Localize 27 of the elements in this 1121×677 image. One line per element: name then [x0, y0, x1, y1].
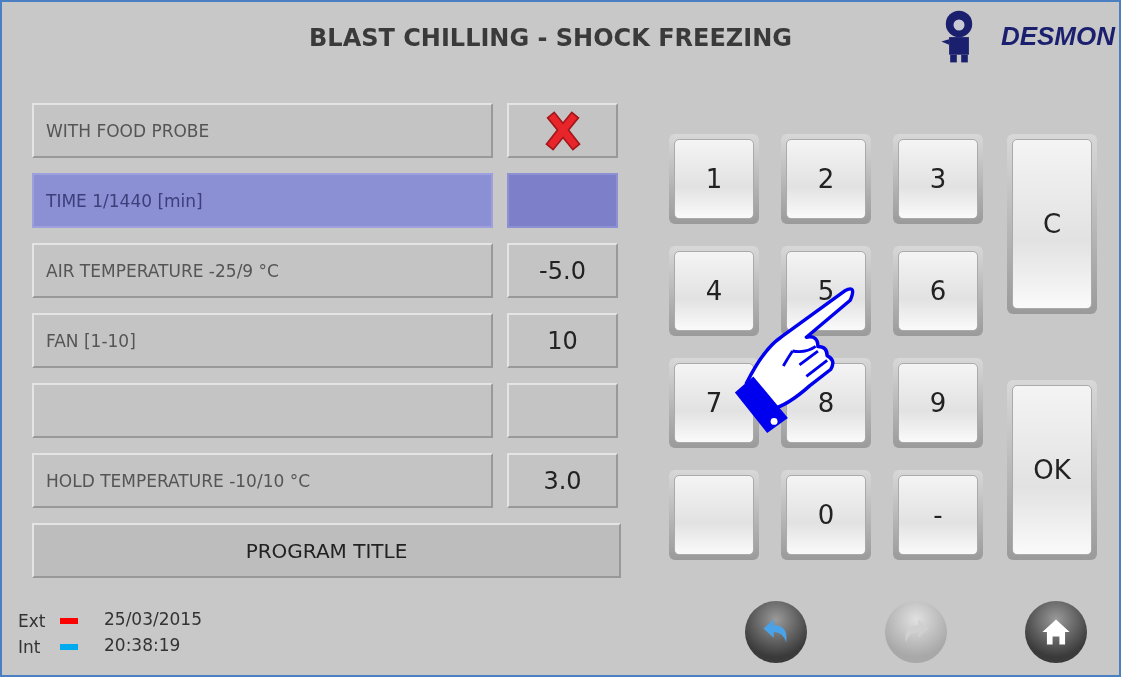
blank-keypad-key[interactable] [674, 475, 754, 555]
keypad-key[interactable]: 7 [674, 363, 754, 443]
legend-label: Int [18, 636, 42, 657]
logo-wordmark: DESMON [1000, 20, 1115, 52]
parameter-label[interactable]: WITH FOOD PROBE [32, 103, 493, 158]
date-text: 25/03/2015 [104, 608, 202, 629]
keypad-key[interactable]: C [1012, 139, 1092, 309]
keypad-key[interactable]: 4 [674, 251, 754, 331]
keypad-key[interactable]: 6 [898, 251, 978, 331]
parameter-value[interactable]: 10 [507, 313, 618, 368]
keypad-key[interactable]: 0 [786, 475, 866, 555]
parameter-label[interactable] [32, 383, 493, 438]
parameter-label[interactable]: HOLD TEMPERATURE -10/10 °C [32, 453, 493, 508]
keypad-key[interactable]: - [898, 475, 978, 555]
parameter-label[interactable]: FAN [1-10] [32, 313, 493, 368]
screen-title: BLAST CHILLING - SHOCK FREEZING [309, 24, 792, 52]
keypad-key[interactable]: 2 [786, 139, 866, 219]
parameter-label[interactable]: AIR TEMPERATURE -25/9 °C [32, 243, 493, 298]
parameter-value[interactable]: 3.0 [507, 453, 618, 508]
keypad-key[interactable]: 1 [674, 139, 754, 219]
keypad-key[interactable]: OK [1012, 385, 1092, 555]
keypad-key[interactable]: 9 [898, 363, 978, 443]
time-text: 20:38:19 [104, 634, 182, 655]
legend-label: Ext [18, 610, 47, 631]
program-title-button[interactable]: PROGRAM TITLE [32, 523, 621, 578]
keypad-key[interactable]: 3 [898, 139, 978, 219]
parameter-value[interactable]: -5.0 [507, 243, 618, 298]
